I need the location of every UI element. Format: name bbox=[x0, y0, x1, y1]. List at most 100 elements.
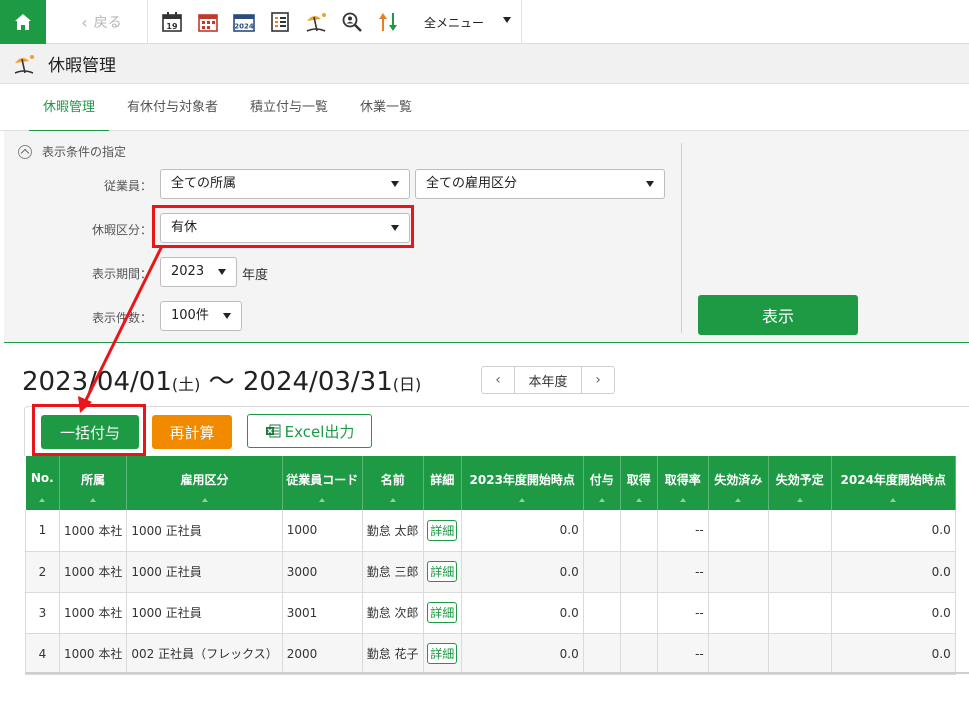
filter-panel: 表示条件の指定 従業員： 全ての所属 全ての雇用区分 休暇区分： 有休 表示期間… bbox=[4, 131, 969, 343]
cell-employee-code: 3001 bbox=[281, 592, 363, 634]
list-checklist-icon[interactable] bbox=[268, 10, 292, 34]
tab-bar: 休暇管理 有休付与対象者 積立付与一覧 休業一覧 bbox=[0, 84, 969, 132]
home-button[interactable] bbox=[0, 0, 46, 44]
table-header-row: No. 所属 雇用区分 従業員コード 名前 詳細 2023年度開始時点 付与 取… bbox=[25, 456, 956, 510]
table-row: 4 1000 本社 002 正社員（フレックス） 2000 勤怠 花子 詳細 0… bbox=[25, 633, 956, 675]
col-employee-code[interactable]: 従業員コード bbox=[282, 456, 363, 510]
cell-employment-type: 1000 正社員 bbox=[126, 510, 283, 552]
prev-year-button[interactable]: ‹ bbox=[482, 367, 514, 393]
detail-button[interactable]: 詳細 bbox=[427, 602, 458, 623]
range-end-dow: (日) bbox=[392, 375, 422, 394]
beach-umbrella-icon[interactable] bbox=[304, 10, 328, 34]
col-dept[interactable]: 所属 bbox=[59, 456, 128, 510]
cell-taken bbox=[619, 510, 658, 552]
cell-employment-type: 1000 正社員 bbox=[126, 592, 283, 634]
filter-toggle[interactable]: 表示条件の指定 bbox=[18, 143, 126, 160]
beach-umbrella-icon bbox=[14, 54, 34, 74]
tab-absence-list[interactable]: 休業一覧 bbox=[360, 84, 412, 131]
department-select[interactable]: 全ての所属 bbox=[160, 169, 410, 199]
range-start-dow: (土) bbox=[171, 375, 201, 394]
back-button[interactable]: ‹ 戻る bbox=[56, 0, 148, 44]
cell-start-balance: 0.0 bbox=[460, 592, 584, 634]
cell-expiring bbox=[767, 551, 832, 593]
col-name[interactable]: 名前 bbox=[362, 456, 424, 510]
employment-type-select[interactable]: 全ての雇用区分 bbox=[415, 169, 665, 199]
detail-button[interactable]: 詳細 bbox=[427, 561, 458, 582]
table-row: 2 1000 本社 1000 正社員 3000 勤怠 三郎 詳細 0.0 -- … bbox=[25, 551, 956, 593]
col-take-rate[interactable]: 取得率 bbox=[657, 456, 709, 510]
excel-export-button[interactable]: Excel出力 bbox=[247, 414, 372, 448]
col-grant[interactable]: 付与 bbox=[583, 456, 621, 510]
year-navigator: ‹ 本年度 › bbox=[481, 366, 615, 394]
current-year-button[interactable]: 本年度 bbox=[514, 367, 582, 393]
filter-heading: 表示条件の指定 bbox=[42, 145, 127, 159]
range-end: 2024/03/31 bbox=[242, 367, 393, 397]
cell-name: 勤怠 三郎 bbox=[361, 551, 424, 593]
excel-icon bbox=[265, 424, 281, 438]
detail-button[interactable]: 詳細 bbox=[427, 519, 458, 541]
cell-end-balance: 0.0 bbox=[830, 633, 956, 675]
sort-icon bbox=[735, 498, 742, 502]
col-no[interactable]: No. bbox=[25, 456, 60, 510]
all-menu-dropdown[interactable]: 全メニュー bbox=[414, 0, 522, 44]
cell-dept: 1000 本社 bbox=[58, 510, 128, 552]
show-button[interactable]: 表示 bbox=[698, 295, 858, 335]
all-menu-label: 全メニュー bbox=[424, 15, 485, 30]
col-start-balance[interactable]: 2023年度開始時点 bbox=[461, 456, 584, 510]
cell-end-balance: 0.0 bbox=[830, 551, 956, 593]
sort-icon bbox=[201, 498, 208, 502]
calendar-2024-icon[interactable]: 2024 bbox=[232, 10, 256, 34]
cell-start-balance: 0.0 bbox=[460, 551, 584, 593]
count-select[interactable]: 100件 bbox=[160, 301, 242, 331]
cell-employment-type: 1000 正社員 bbox=[126, 551, 283, 593]
recalculate-button[interactable]: 再計算 bbox=[152, 415, 232, 449]
next-year-button[interactable]: › bbox=[582, 367, 614, 393]
cell-no: 4 bbox=[25, 633, 60, 675]
caret-down-icon bbox=[503, 17, 511, 23]
sort-updown-icon[interactable] bbox=[376, 10, 400, 34]
cell-dept: 1000 本社 bbox=[58, 633, 128, 675]
filter-divider bbox=[681, 143, 682, 333]
date-range: 2023/04/01(土) 〜 2024/03/31(日) bbox=[22, 361, 421, 398]
cell-end-balance: 0.0 bbox=[830, 592, 956, 634]
caret-down-icon bbox=[391, 181, 399, 187]
calendar-grid-icon[interactable] bbox=[196, 10, 220, 34]
col-employment-type[interactable]: 雇用区分 bbox=[126, 456, 283, 510]
col-expiring[interactable]: 失効予定 bbox=[768, 456, 832, 510]
cell-dept: 1000 本社 bbox=[58, 551, 128, 593]
cell-start-balance: 0.0 bbox=[460, 510, 584, 552]
tab-leave-management[interactable]: 休暇管理 bbox=[28, 84, 110, 132]
svg-text:2024: 2024 bbox=[234, 23, 254, 31]
cell-employee-code: 3000 bbox=[281, 551, 363, 593]
department-value: 全ての所属 bbox=[171, 176, 237, 191]
cell-name: 勤怠 太郎 bbox=[361, 510, 424, 552]
tab-accrual-list[interactable]: 積立付与一覧 bbox=[250, 84, 328, 131]
cell-end-balance: 0.0 bbox=[830, 510, 956, 552]
search-person-icon[interactable] bbox=[340, 10, 364, 34]
col-expired[interactable]: 失効済み bbox=[708, 456, 769, 510]
chevron-left-icon: ‹ bbox=[81, 12, 88, 32]
highlight-box-bulk-grant bbox=[32, 404, 146, 456]
cell-taken bbox=[619, 633, 658, 675]
sort-icon bbox=[679, 498, 686, 502]
col-end-balance[interactable]: 2024年度開始時点 bbox=[831, 456, 956, 510]
detail-button[interactable]: 詳細 bbox=[427, 643, 458, 664]
cell-detail: 詳細 bbox=[422, 592, 462, 634]
cell-expired bbox=[707, 510, 769, 552]
table-row: 3 1000 本社 1000 正社員 3001 勤怠 次郎 詳細 0.0 -- … bbox=[25, 592, 956, 634]
sort-icon bbox=[635, 498, 642, 502]
cell-employment-type: 002 正社員（フレックス） bbox=[126, 633, 283, 675]
calendar-19-icon[interactable]: 19 bbox=[160, 10, 184, 34]
period-select[interactable]: 2023 bbox=[160, 257, 237, 287]
cell-taken bbox=[619, 551, 658, 593]
sort-icon bbox=[90, 498, 97, 502]
cell-name: 勤怠 花子 bbox=[361, 633, 424, 675]
period-value: 2023 bbox=[171, 264, 205, 279]
cell-start-balance: 0.0 bbox=[460, 633, 584, 675]
sort-icon bbox=[796, 498, 803, 502]
cell-no: 2 bbox=[25, 551, 60, 593]
home-icon bbox=[15, 14, 31, 30]
cell-expired bbox=[707, 551, 769, 593]
tab-paid-leave-targets[interactable]: 有休付与対象者 bbox=[127, 84, 218, 131]
col-taken[interactable]: 取得 bbox=[620, 456, 658, 510]
